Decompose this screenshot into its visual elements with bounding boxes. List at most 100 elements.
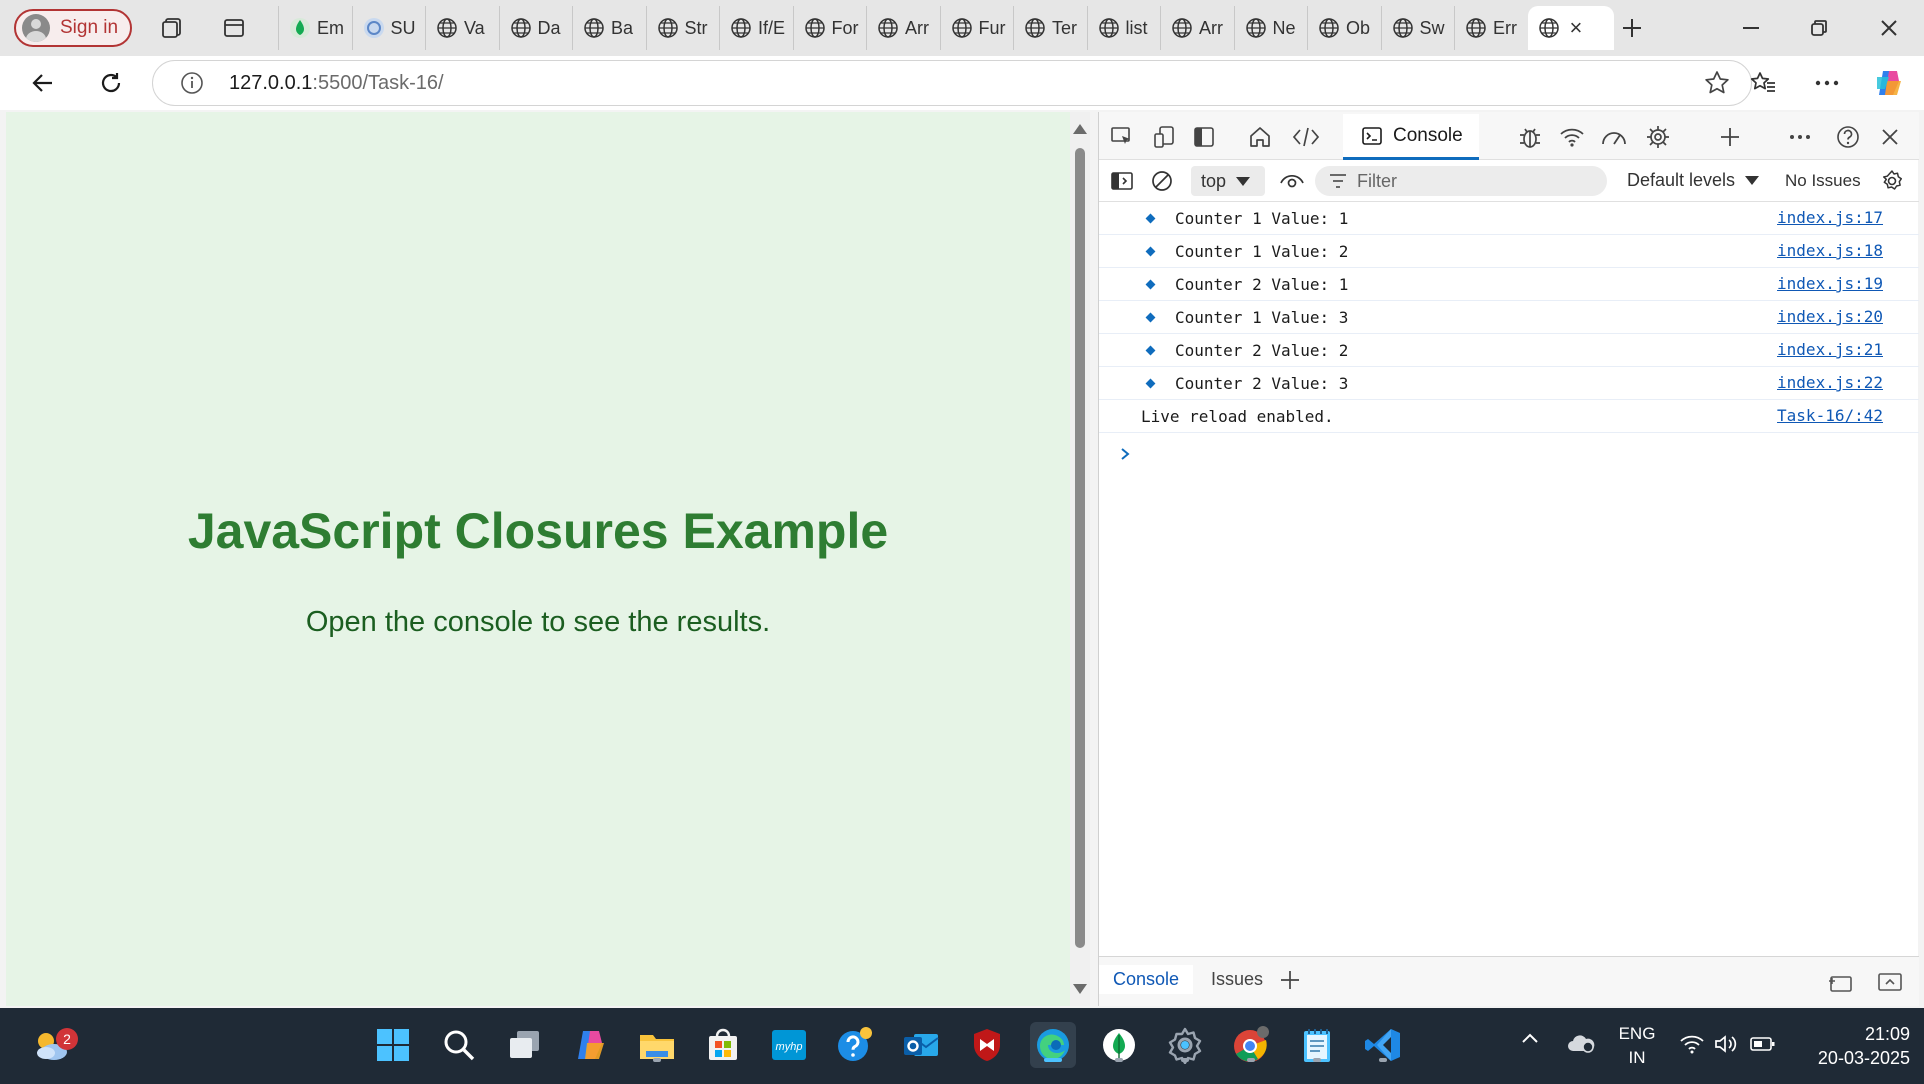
issues-counter[interactable]: No Issues [1785, 171, 1861, 191]
console-source-link[interactable]: index.js:22 [1777, 373, 1883, 392]
settings-gear-icon[interactable] [1162, 1022, 1208, 1068]
browser-tab[interactable]: Err [1454, 6, 1528, 50]
page-scrollbar[interactable] [1070, 112, 1090, 1006]
tab-console[interactable]: Console [1343, 114, 1479, 160]
wifi-icon[interactable] [1680, 1034, 1704, 1059]
console-prompt[interactable] [1119, 442, 1131, 468]
customize-more-icon[interactable] [1783, 120, 1817, 154]
search-icon[interactable] [436, 1022, 482, 1068]
browser-tab[interactable]: Sw [1380, 6, 1455, 50]
help-icon[interactable] [1831, 120, 1865, 154]
site-info-icon[interactable] [179, 70, 205, 96]
file-explorer-icon[interactable] [634, 1022, 680, 1068]
elements-code-icon[interactable] [1289, 120, 1323, 154]
copilot-app-icon[interactable] [568, 1022, 614, 1068]
toggle-sidebar-icon[interactable] [1187, 120, 1221, 154]
debugger-bug-icon[interactable] [1513, 120, 1547, 154]
chrome-icon[interactable] [1228, 1022, 1274, 1068]
more-tools-plus-icon[interactable] [1713, 120, 1747, 154]
browser-tab[interactable]: Arr [1160, 6, 1234, 50]
inspect-element-icon[interactable] [1105, 120, 1139, 154]
input-language-indicator[interactable]: ENG IN [1612, 1022, 1662, 1070]
browser-tab-label: Ba [611, 17, 634, 38]
browser-tab[interactable]: SU [351, 6, 426, 50]
memory-chip-icon[interactable] [1641, 120, 1675, 154]
microsoft-store-icon[interactable] [700, 1022, 746, 1068]
address-bar[interactable]: 127.0.0.1:5500/Task-16/ [152, 60, 1752, 106]
notepad-icon[interactable] [1294, 1022, 1340, 1068]
battery-icon[interactable] [1750, 1036, 1776, 1057]
browser-tab[interactable]: Str [645, 6, 720, 50]
performance-gauge-icon[interactable] [1597, 120, 1631, 154]
workspaces-icon[interactable] [156, 12, 188, 44]
collapse-drawer-icon[interactable] [1873, 965, 1907, 999]
browser-tab-active[interactable]: × [1527, 6, 1614, 50]
outlook-icon[interactable] [898, 1022, 944, 1068]
browser-tab[interactable]: Arr [866, 6, 940, 50]
scrollbar-thumb[interactable] [1075, 148, 1085, 948]
restore-button[interactable] [1796, 10, 1842, 46]
sign-in-button[interactable]: Sign in [14, 9, 132, 47]
onedrive-cloud-icon[interactable] [1566, 1032, 1596, 1059]
start-windows-icon[interactable] [370, 1022, 416, 1068]
back-button[interactable] [24, 64, 62, 102]
close-window-button[interactable] [1866, 10, 1912, 46]
more-options-icon[interactable] [1808, 64, 1846, 102]
refresh-button[interactable] [92, 64, 130, 102]
favorites-icon[interactable] [1744, 64, 1782, 102]
welcome-home-icon[interactable] [1243, 120, 1277, 154]
favorite-star-icon[interactable] [1703, 69, 1731, 102]
browser-tab[interactable]: For [792, 6, 867, 50]
browser-tab[interactable]: If/E [719, 6, 793, 50]
get-help-icon[interactable] [832, 1022, 878, 1068]
clear-console-icon[interactable] [1145, 164, 1179, 198]
console-source-link[interactable]: index.js:21 [1777, 340, 1883, 359]
scroll-down-arrow-icon[interactable] [1073, 984, 1087, 994]
close-tab-icon[interactable]: × [1570, 15, 1583, 41]
console-source-link[interactable]: index.js:19 [1777, 274, 1883, 293]
running-indicator [1247, 1058, 1255, 1062]
device-emulation-icon[interactable] [1147, 120, 1181, 154]
browser-tab[interactable]: Fur [939, 6, 1014, 50]
show-sidebar-icon[interactable] [1105, 164, 1139, 198]
task-view-icon[interactable] [502, 1022, 548, 1068]
browser-tab[interactable]: Ba [572, 6, 646, 50]
weather-widget-icon[interactable]: 2 [28, 1022, 78, 1068]
dock-drawer-icon[interactable] [1823, 965, 1857, 999]
browser-tab[interactable]: Ter [1013, 6, 1087, 50]
console-settings-gear-icon[interactable] [1875, 164, 1909, 198]
volume-speaker-icon[interactable] [1714, 1034, 1738, 1059]
console-source-link[interactable]: index.js:18 [1777, 241, 1883, 260]
new-tab-button[interactable] [1614, 10, 1650, 46]
minimize-button[interactable] [1728, 10, 1774, 46]
live-expression-eye-icon[interactable] [1275, 164, 1309, 198]
console-source-link[interactable]: index.js:20 [1777, 307, 1883, 326]
edge-browser-icon[interactable] [1030, 1022, 1076, 1068]
log-levels-dropdown[interactable]: Default levels [1627, 170, 1760, 191]
browser-tab[interactable]: list [1086, 6, 1161, 50]
show-hidden-icons-chevron-icon[interactable] [1520, 1030, 1540, 1050]
globe-icon [1024, 17, 1046, 39]
browser-tab[interactable]: Ob [1307, 6, 1381, 50]
close-devtools-icon[interactable] [1873, 120, 1907, 154]
vscode-icon[interactable] [1360, 1022, 1406, 1068]
console-source-link[interactable]: index.js:17 [1777, 208, 1883, 227]
browser-tab[interactable]: Va [425, 6, 499, 50]
mcafee-shield-icon[interactable] [964, 1022, 1010, 1068]
add-drawer-tab-icon[interactable] [1273, 963, 1307, 997]
scroll-up-arrow-icon[interactable] [1073, 124, 1087, 134]
drawer-tab-issues[interactable]: Issues [1211, 969, 1263, 990]
myhp-app-icon[interactable]: myhp [766, 1022, 812, 1068]
mongodb-compass-icon[interactable] [1096, 1022, 1142, 1068]
console-filter-input[interactable]: Filter [1315, 166, 1607, 196]
browser-tab[interactable]: Da [498, 6, 573, 50]
console-source-link[interactable]: Task-16/:42 [1777, 406, 1883, 425]
context-select[interactable]: top [1191, 166, 1265, 196]
drawer-tab-console[interactable]: Console [1099, 965, 1194, 994]
system-clock[interactable]: 21:09 20-03-2025 [1800, 1022, 1910, 1070]
tab-actions-icon[interactable] [218, 12, 250, 44]
browser-tab[interactable]: Em [278, 6, 352, 50]
browser-tab[interactable]: Ne [1233, 6, 1308, 50]
network-wifi-icon[interactable] [1555, 120, 1589, 154]
copilot-icon[interactable] [1870, 64, 1908, 102]
